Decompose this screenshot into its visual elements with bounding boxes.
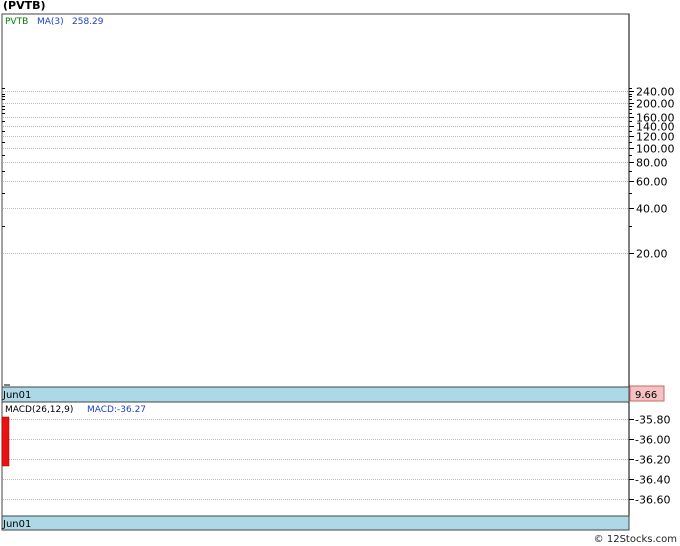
copyright-footer: © 12Stocks.com	[593, 534, 677, 545]
price-ma-value: 258.29	[72, 17, 104, 27]
macd-date-band	[1, 515, 630, 531]
macd-panel: -35.80 -36.00 -36.20 -36.40 -36.60 MACD(26,1…	[1, 401, 670, 531]
price-y-tick-label: 100.00	[636, 143, 675, 156]
last-price-value: 9.66	[635, 390, 657, 401]
price-x-label: Jun01	[2, 390, 31, 401]
macd-y-tick-label: -36.00	[635, 434, 670, 447]
price-ticker-label: PVTB	[5, 17, 28, 27]
macd-params-label: MACD(26,12,9)	[5, 405, 73, 415]
price-ma-label: MA(3)	[37, 17, 64, 27]
price-plot-frame	[1, 13, 630, 388]
macd-x-label: Jun01	[2, 519, 31, 530]
chart-stage: 240.00200.00160.00140.00120.00100.0080.0…	[1, 13, 675, 531]
macd-bars	[1, 416, 10, 467]
price-y-tick-label: 200.00	[636, 98, 675, 111]
price-y-tick-label: 80.00	[636, 157, 668, 170]
macd-y-axis: -35.80 -36.00 -36.20 -36.40 -36.60	[628, 402, 670, 516]
macd-value-label: MACD:-36.27	[87, 405, 146, 415]
macd-bar	[1, 416, 10, 467]
price-panel: 240.00200.00160.00140.00120.00100.0080.0…	[1, 13, 675, 403]
price-y-tick-label: 60.00	[636, 176, 668, 189]
price-y-tick-label: 20.00	[636, 248, 668, 261]
price-y-tick-label: 40.00	[636, 203, 668, 216]
macd-y-tick-label: -36.20	[635, 454, 670, 467]
price-date-band	[1, 386, 630, 403]
macd-y-tick-label: -35.80	[635, 414, 670, 427]
macd-y-tick-label: -36.40	[635, 474, 670, 487]
macd-y-tick-label: -36.60	[635, 494, 670, 507]
